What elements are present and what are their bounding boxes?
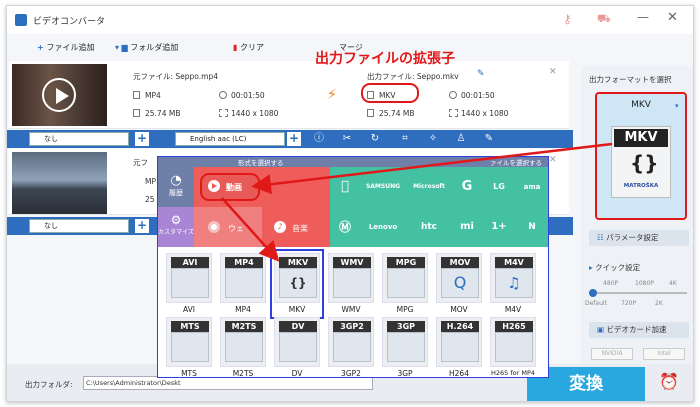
arrow-to-mkv-format	[221, 197, 280, 262]
annotation-arrows	[221, 142, 613, 262]
arrow-to-video-category	[251, 142, 613, 195]
